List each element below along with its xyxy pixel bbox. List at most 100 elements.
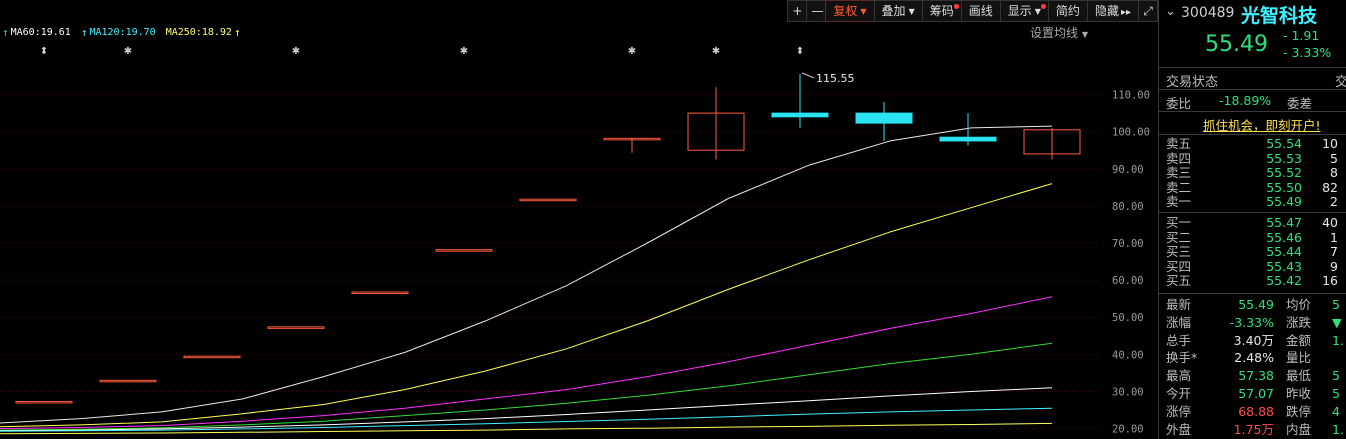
sell-level-volume: 82	[1322, 179, 1338, 195]
quote-label: 外盘	[1166, 421, 1192, 437]
fuquan-label: 复权	[833, 4, 858, 18]
jianyue-button[interactable]: 简约	[1047, 0, 1088, 22]
quote-label: 最低	[1286, 368, 1312, 384]
event-marker-icon: ✱	[292, 46, 300, 57]
buy-level-row[interactable]: 买二 55.46 1	[1166, 229, 1346, 246]
divider	[1159, 134, 1346, 135]
sell-level-row[interactable]: 卖一 55.49 2	[1166, 195, 1346, 210]
sell-level-row[interactable]: 卖三 55.52 8	[1166, 166, 1346, 181]
sell-level-label: 卖一	[1166, 194, 1192, 210]
ma-line-yellow	[0, 183, 1053, 428]
candle-up	[519, 198, 577, 202]
quote-label: 涨幅	[1166, 314, 1192, 330]
caret-down-icon: ▼	[860, 7, 867, 16]
huaxian-button[interactable]: 画线	[960, 0, 1001, 22]
quote-value: ▼	[1332, 314, 1342, 330]
divider	[1159, 293, 1346, 294]
buy-level-volume: 1	[1330, 229, 1338, 245]
buy-level-volume: 9	[1330, 258, 1338, 274]
quote-value: 57.38	[1238, 368, 1274, 384]
price-change-pct: - 3.33%	[1283, 45, 1332, 60]
double-arrow-right-icon: ▸▸	[1120, 7, 1131, 18]
quote-label: 今开	[1166, 386, 1192, 401]
buy-level-row[interactable]: 买四 55.43 9	[1166, 258, 1346, 275]
divider	[1159, 67, 1346, 68]
sell-level-label: 卖四	[1166, 150, 1192, 166]
ma250-label: MA250:18.92	[165, 27, 232, 38]
quote-row: 最高 57.38 最低 5	[1166, 367, 1346, 385]
ma60-label: MA60:19.61	[10, 27, 71, 38]
quote-label: 跌停	[1286, 403, 1312, 419]
buy-level-label: 买四	[1166, 258, 1192, 274]
y-tick-label: 30.00	[1112, 386, 1144, 398]
sell-level-price: 55.54	[1266, 136, 1302, 151]
sell-level-row[interactable]: 卖四 55.53 5	[1166, 150, 1346, 167]
sell-level-volume: 8	[1330, 165, 1338, 181]
divider	[1159, 111, 1346, 112]
zoom-out-button[interactable]: —	[806, 0, 827, 22]
quote-row: 涨幅 -3.33% 涨跌 ▼	[1166, 314, 1346, 332]
ma-settings-label: 设置均线	[1030, 26, 1079, 40]
menu-arrow-icon[interactable]: ⌄	[1165, 4, 1176, 19]
weibi-label: 委比	[1166, 96, 1192, 111]
zoom-in-button[interactable]: +	[787, 0, 808, 22]
buy-level-volume: 40	[1322, 215, 1338, 230]
kline-chart[interactable]: 110.00 100.00 90.00 80.00 70.00 60.00 50.00 40.…	[0, 0, 1158, 439]
quote-label: 涨停	[1166, 403, 1192, 419]
xianshi-label: 显示	[1007, 4, 1032, 18]
quote-value: 5	[1332, 368, 1340, 384]
quote-label: 均价	[1286, 297, 1312, 312]
buy-level-label: 买五	[1166, 273, 1192, 289]
notification-dot-icon	[1040, 4, 1046, 9]
y-tick-label: 70.00	[1112, 238, 1144, 250]
fuquan-button[interactable]: 复权 ▼	[825, 0, 875, 22]
xianshi-button[interactable]: 显示 ▼	[999, 0, 1049, 22]
sell-level-label: 卖三	[1166, 165, 1192, 181]
y-tick-label: 20.00	[1112, 424, 1144, 436]
stock-code: 300489	[1181, 5, 1235, 21]
open-account-link[interactable]: 抓住机会，即刻开户!	[1203, 115, 1321, 134]
sell-level-label: 卖五	[1166, 136, 1192, 151]
quote-label: 量比	[1286, 350, 1312, 366]
kline-chart-area[interactable]: 110.00 100.00 90.00 80.00 70.00 60.00 50.00 40.…	[0, 0, 1158, 439]
event-marker-icon: ✱	[460, 46, 468, 57]
buy-level-row[interactable]: 买五 55.42 16	[1166, 274, 1346, 289]
candle-down	[771, 112, 829, 118]
y-tick-label: 110.00	[1112, 90, 1150, 102]
quote-label: 涨跌	[1286, 314, 1312, 330]
sell-level-row[interactable]: 卖二 55.50 82	[1166, 179, 1346, 196]
current-price: 55.49	[1205, 32, 1268, 57]
yincang-button[interactable]: 隐藏 ▸▸	[1086, 0, 1139, 22]
high-price-annotation: 115.55	[816, 72, 855, 85]
diejia-button[interactable]: 叠加 ▼	[873, 0, 923, 22]
quote-row: 总手 3.40万 金额 1.	[1166, 332, 1346, 350]
buy-level-volume: 7	[1330, 244, 1338, 260]
event-marker-icon: ✱	[712, 46, 720, 57]
ma-settings-button[interactable]: 设置均线 ▼	[1030, 24, 1088, 41]
ma-line-white	[0, 125, 1053, 424]
ma120-legend: ↑ MA120:19.70	[81, 26, 156, 39]
sell-level-price: 55.50	[1266, 179, 1302, 195]
quote-label: 内盘	[1286, 421, 1312, 437]
buy-level-row[interactable]: 买三 55.44 7	[1166, 245, 1346, 260]
quote-value: 5	[1332, 386, 1340, 401]
quote-row: 外盘 1.75万 内盘 1.	[1166, 421, 1346, 439]
buy-level-volume: 16	[1322, 273, 1338, 289]
y-tick-label: 100.00	[1112, 127, 1150, 139]
quote-value: 57.07	[1238, 386, 1274, 401]
arrow-up-icon: ↑	[80, 26, 88, 39]
expand-icon[interactable]: ⤢	[1138, 0, 1158, 22]
chouma-label: 筹码	[929, 4, 954, 18]
chouma-button[interactable]: 筹码	[921, 0, 962, 22]
buy-level-label: 买三	[1166, 244, 1192, 260]
sell-level-row[interactable]: 卖五 55.54 10	[1166, 136, 1346, 152]
notification-dot-icon	[953, 4, 959, 9]
quote-row: 涨停 68.88 跌停 4	[1166, 403, 1346, 421]
buy-level-row[interactable]: 买一 55.47 40	[1166, 215, 1346, 231]
buy-level-price: 55.47	[1266, 215, 1302, 230]
y-tick-label: 40.00	[1112, 349, 1144, 361]
yincang-label: 隐藏	[1094, 4, 1119, 18]
y-tick-label: 60.00	[1112, 275, 1144, 287]
quote-row: 换手* 2.48% 量比	[1166, 349, 1346, 367]
sell-level-volume: 5	[1330, 150, 1338, 166]
